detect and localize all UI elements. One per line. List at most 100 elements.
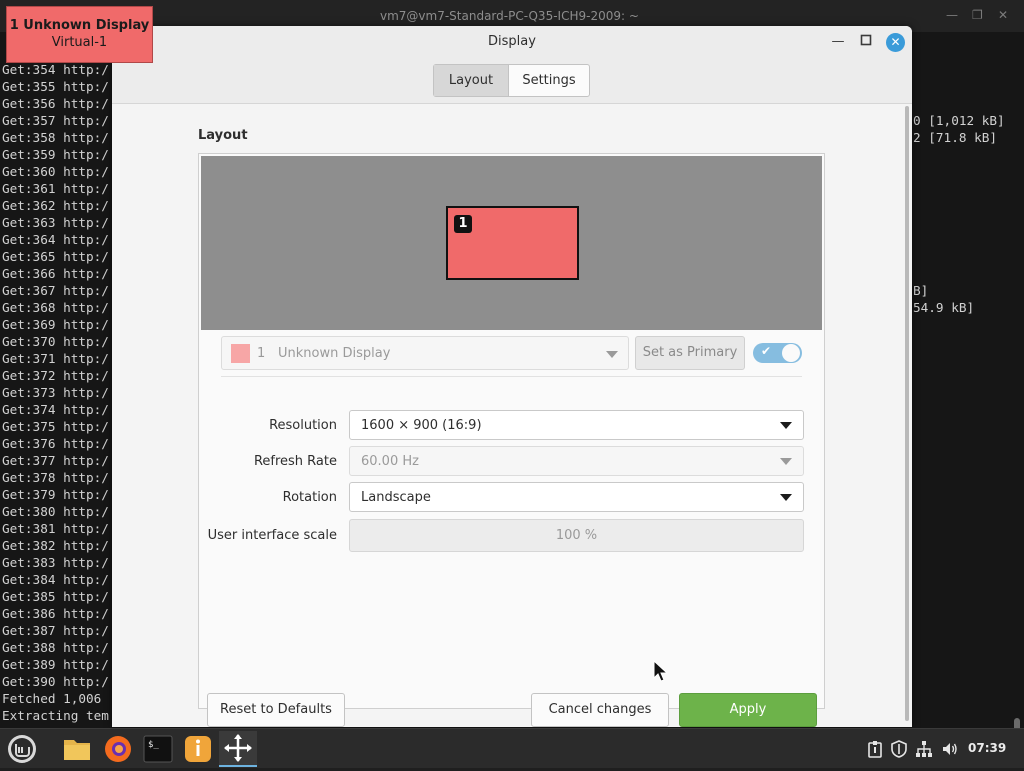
- terminal-line: Get:381 http:/: [2, 521, 109, 536]
- monitor-select-name: Unknown Display: [278, 346, 391, 361]
- terminal-fragment: B]: [913, 283, 929, 298]
- terminal-line: Get:354 http:/: [2, 62, 109, 77]
- reset-defaults-button[interactable]: Reset to Defaults: [207, 693, 345, 727]
- terminal-line: Get:359 http:/: [2, 147, 109, 162]
- terminal-line: Get:373 http:/: [2, 385, 109, 400]
- rotation-label: Rotation: [282, 490, 337, 505]
- overlay-title: 1 Unknown Display: [9, 18, 150, 33]
- terminal-line: Get:387 http:/: [2, 623, 109, 638]
- display-identify-overlay: 1 Unknown Display Virtual-1: [6, 6, 153, 63]
- terminal-minimize-icon[interactable]: —: [946, 8, 958, 22]
- monitor-enable-toggle[interactable]: ✔: [753, 343, 802, 363]
- check-icon: ✔: [761, 344, 772, 358]
- divider: [221, 376, 802, 377]
- chevron-down-icon: [780, 494, 792, 501]
- terminal-line: Get:358 http:/: [2, 130, 109, 145]
- terminal-line: Get:380 http:/: [2, 504, 109, 519]
- display-dialog: Display — ✕ Layout Settings Layout 1 1 U…: [112, 26, 912, 727]
- terminal-scrollbar[interactable]: [1014, 718, 1020, 728]
- monitor-select-number: 1: [257, 346, 266, 361]
- clock[interactable]: 07:39: [968, 741, 1006, 755]
- monitor-number-badge: 1: [454, 215, 472, 233]
- terminal-line: Extracting tem: [2, 708, 109, 723]
- terminal-line: Get:374 http:/: [2, 402, 109, 417]
- dialog-title: Display: [488, 34, 536, 49]
- refresh-rate-label: Refresh Rate: [253, 454, 337, 469]
- set-primary-button[interactable]: Set as Primary: [635, 336, 745, 370]
- maximize-icon[interactable]: [858, 34, 874, 50]
- section-title: Layout: [198, 128, 248, 143]
- resolution-value: 1600 × 900 (16:9): [361, 418, 482, 433]
- terminal-title: vm7@vm7-Standard-PC-Q35-ICH9-2009: ~: [380, 9, 639, 23]
- svg-text:$_: $_: [148, 740, 159, 750]
- terminal-line: Get:368 http:/: [2, 300, 109, 315]
- dialog-scrollbar[interactable]: [905, 106, 909, 721]
- terminal-line: Get:363 http:/: [2, 215, 109, 230]
- chevron-down-icon: [780, 458, 792, 465]
- terminal-line: Get:389 http:/: [2, 657, 109, 672]
- terminal-line: Get:356 http:/: [2, 96, 109, 111]
- terminal-line: Get:371 http:/: [2, 351, 109, 366]
- volume-icon[interactable]: [941, 740, 959, 758]
- resolution-label: Resolution: [269, 418, 337, 433]
- tab-settings[interactable]: Settings: [509, 65, 589, 96]
- chevron-down-icon: [780, 422, 792, 429]
- mint-menu-icon[interactable]: [3, 731, 41, 767]
- monitor-1-tile[interactable]: 1: [446, 206, 579, 280]
- files-icon[interactable]: [58, 731, 96, 767]
- terminal-line: Get:362 http:/: [2, 198, 109, 213]
- overlay-subtitle: Virtual-1: [51, 35, 108, 50]
- shield-icon[interactable]: [890, 740, 908, 758]
- terminal-maximize-icon[interactable]: ❐: [972, 8, 983, 22]
- terminal-line: Fetched 1,006: [2, 691, 102, 706]
- terminal-line: Get:384 http:/: [2, 572, 109, 587]
- chevron-down-icon: [606, 351, 618, 358]
- close-icon[interactable]: ✕: [886, 33, 905, 52]
- monitor-select[interactable]: 1 Unknown Display: [221, 336, 629, 370]
- terminal-line: Get:385 http:/: [2, 589, 109, 604]
- minimize-icon[interactable]: —: [830, 34, 846, 50]
- terminal-line: Get:388 http:/: [2, 640, 109, 655]
- terminal-line: Get:376 http:/: [2, 436, 109, 451]
- mouse-pointer-icon: [653, 660, 669, 682]
- terminal-line: Get:367 http:/: [2, 283, 109, 298]
- terminal-line: Get:382 http:/: [2, 538, 109, 553]
- terminal-line: Get:355 http:/: [2, 79, 109, 94]
- network-icon[interactable]: [915, 740, 933, 758]
- refresh-rate-select: 60.00 Hz: [349, 446, 804, 476]
- terminal-line: Get:365 http:/: [2, 249, 109, 264]
- apply-button[interactable]: Apply: [679, 693, 817, 727]
- taskbar: $_ 07:39: [0, 728, 1024, 768]
- terminal-line: Get:369 http:/: [2, 317, 109, 332]
- terminal-fragment: 0 [1,012 kB]: [913, 113, 1005, 128]
- resolution-select[interactable]: 1600 × 900 (16:9): [349, 410, 804, 440]
- terminal-line: Get:386 http:/: [2, 606, 109, 621]
- terminal-line: Get:372 http:/: [2, 368, 109, 383]
- tab-layout[interactable]: Layout: [434, 65, 509, 96]
- refresh-rate-value: 60.00 Hz: [361, 454, 419, 469]
- terminal-line: Get:383 http:/: [2, 555, 109, 570]
- terminal-fragment: 54.9 kB]: [913, 300, 975, 315]
- terminal-line: Get:357 http:/: [2, 113, 109, 128]
- terminal-line: Get:390 http:/: [2, 674, 109, 689]
- terminal-line: Get:361 http:/: [2, 181, 109, 196]
- terminal-line: Get:379 http:/: [2, 487, 109, 502]
- terminal-line: Get:377 http:/: [2, 453, 109, 468]
- info-icon[interactable]: [179, 731, 217, 767]
- monitor-arrangement-canvas[interactable]: 1: [201, 156, 822, 330]
- tab-bar: Layout Settings: [433, 64, 590, 97]
- terminal-close-icon[interactable]: ✕: [998, 8, 1008, 22]
- display-settings-icon[interactable]: [219, 731, 257, 767]
- ui-scale-field: 100 %: [349, 519, 804, 552]
- cancel-changes-button[interactable]: Cancel changes: [531, 693, 669, 727]
- terminal-line: Get:378 http:/: [2, 470, 109, 485]
- rotation-value: Landscape: [361, 490, 431, 505]
- firefox-icon[interactable]: [99, 731, 137, 767]
- clipboard-icon[interactable]: [866, 740, 884, 758]
- terminal-line: Get:364 http:/: [2, 232, 109, 247]
- terminal-fragment: 2 [71.8 kB]: [913, 130, 998, 145]
- terminal-line: Get:366 http:/: [2, 266, 109, 281]
- rotation-select[interactable]: Landscape: [349, 482, 804, 512]
- layout-panel: 1 1 Unknown Display Set as Primary ✔ Res…: [198, 153, 825, 727]
- terminal-icon[interactable]: $_: [139, 731, 177, 767]
